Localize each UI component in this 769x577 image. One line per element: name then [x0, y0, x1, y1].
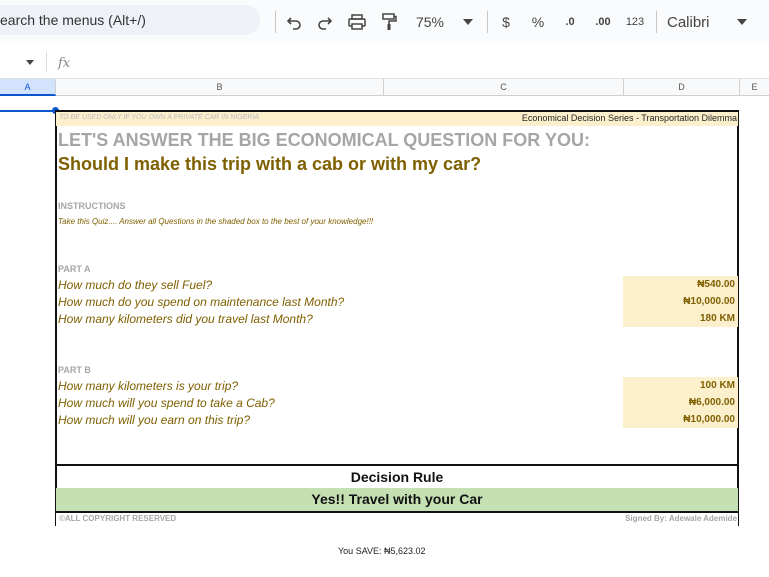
toolbar: earch the menus (Alt+/) 75% $ % .0 .00 1…: [0, 0, 769, 44]
paint-format-button[interactable]: [379, 11, 399, 33]
print-button[interactable]: [347, 11, 367, 33]
caret-down-icon: [463, 19, 473, 25]
question-km-last-month: How many kilometers did you travel last …: [58, 312, 313, 326]
part-a-label: PART A: [58, 264, 91, 274]
percent-icon: %: [531, 14, 545, 30]
toolbar-divider: [656, 11, 657, 33]
zoom-dropdown[interactable]: [461, 11, 475, 33]
column-header-d[interactable]: D: [624, 79, 740, 96]
percent-format-button[interactable]: %: [529, 11, 547, 33]
answer-fuel-price[interactable]: ₦540.00: [623, 276, 737, 293]
font-name-value: Calibri: [667, 13, 710, 31]
toolbar-divider: [487, 11, 488, 33]
signature-text: Signed By: Adewale Ademide: [625, 514, 737, 523]
answer-km-last-month[interactable]: 180 KM: [623, 310, 737, 327]
number-format-label: 123: [625, 16, 645, 28]
zoom-value: 75%: [415, 14, 445, 30]
page-question: Should I make this trip with a cab or wi…: [58, 154, 482, 174]
caret-down-icon: [737, 19, 747, 25]
redo-button[interactable]: [315, 11, 335, 33]
menu-search-input[interactable]: earch the menus (Alt+/): [0, 5, 260, 35]
undo-button[interactable]: [284, 11, 304, 33]
question-fuel-price: How much do they sell Fuel?: [58, 278, 213, 292]
answer-maintenance[interactable]: ₦10,000.00: [623, 293, 737, 310]
column-header-b[interactable]: B: [56, 79, 384, 96]
column-header-c[interactable]: C: [384, 79, 624, 96]
column-header-e[interactable]: E: [740, 79, 769, 96]
part-b-label: PART B: [58, 365, 91, 375]
decision-rule-title: Decision Rule: [350, 469, 444, 485]
instructions-text: Take this Quiz.... Answer all Questions …: [58, 217, 374, 226]
redo-icon: [318, 17, 333, 30]
print-icon: [348, 14, 366, 30]
fx-icon: fx: [58, 56, 71, 71]
answer-trip-km[interactable]: 100 KM: [623, 377, 737, 394]
usage-note: TO BE USED ONLY IF YOU OWN A PRIVATE CAR…: [59, 114, 260, 121]
currency-format-button[interactable]: $: [498, 11, 514, 33]
toolbar-divider: [275, 11, 276, 33]
font-family-select[interactable]: Calibri: [667, 11, 719, 33]
page-heading: LET'S ANSWER THE BIG ECONOMICAL QUESTION…: [58, 130, 590, 150]
instructions-label: INSTRUCTIONS: [58, 201, 126, 211]
more-formats-button[interactable]: 123: [623, 11, 647, 33]
decrease-decimal-button[interactable]: .0: [558, 11, 582, 33]
copyright-text: ©ALL COPYRIGHT RESERVED: [59, 514, 177, 523]
column-header-a[interactable]: A: [0, 79, 56, 96]
zoom-select[interactable]: 75%: [412, 11, 448, 33]
formula-bar: fx: [0, 44, 769, 79]
name-box-dropdown-icon[interactable]: [26, 60, 34, 65]
question-cab-cost: How much will you spend to take a Cab?: [58, 396, 275, 410]
decision-result: Yes!! Travel with your Car: [56, 488, 738, 511]
increase-decimal-icon: .00: [595, 16, 611, 28]
answer-cab-cost[interactable]: ₦6,000.00: [623, 394, 737, 411]
decrease-decimal-icon: .0: [565, 16, 575, 28]
question-trip-earnings: How much will you earn on this trip?: [58, 413, 251, 427]
question-trip-km: How many kilometers is your trip?: [58, 379, 239, 393]
selected-cell-border: [0, 110, 56, 112]
question-maintenance: How much do you spend on maintenance las…: [58, 295, 345, 309]
answer-trip-earnings[interactable]: ₦10,000.00: [623, 411, 737, 428]
dollar-icon: $: [502, 14, 510, 30]
formula-bar-divider: [46, 52, 47, 72]
series-title: Economical Decision Series - Transportat…: [521, 113, 737, 123]
undo-icon: [286, 17, 301, 30]
font-family-dropdown[interactable]: [735, 11, 749, 33]
savings-text: You SAVE: ₦5,623.02: [338, 546, 426, 556]
increase-decimal-button[interactable]: .00: [590, 11, 616, 33]
paint-format-icon: [382, 13, 397, 30]
